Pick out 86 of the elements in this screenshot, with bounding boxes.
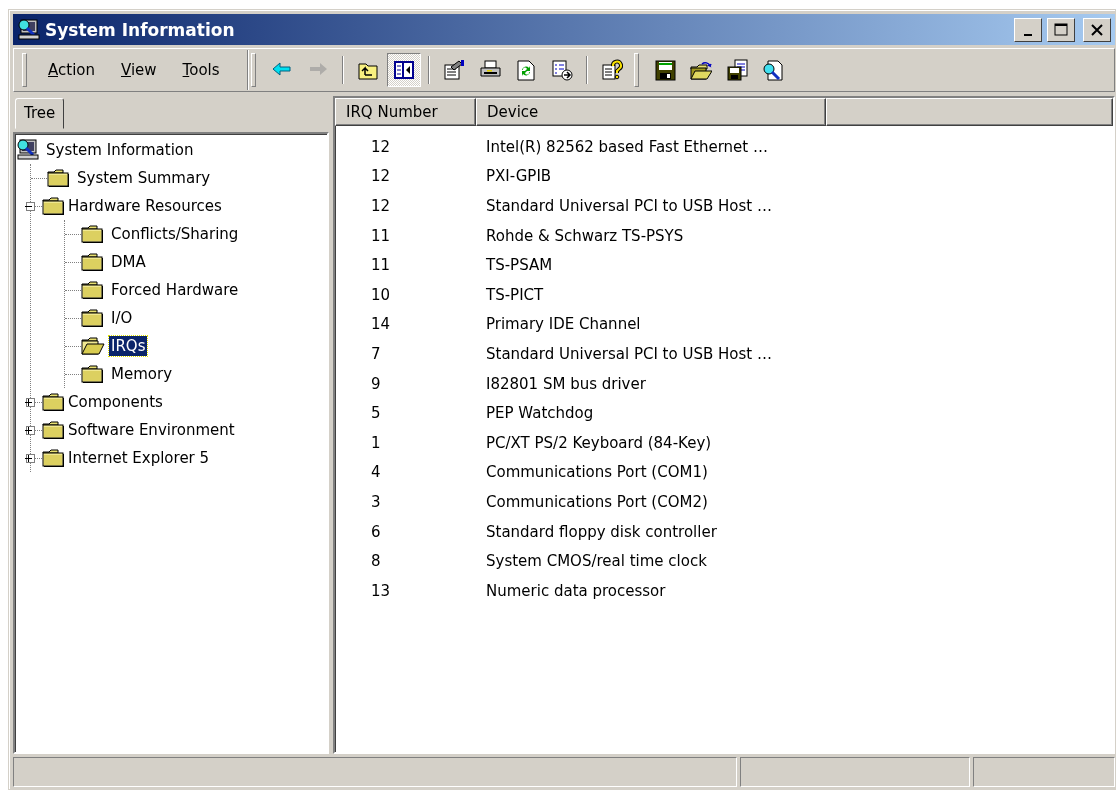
folder-icon bbox=[81, 251, 105, 273]
properties-icon bbox=[442, 59, 465, 81]
tree-item[interactable]: IRQs bbox=[109, 336, 148, 356]
table-cell-text: 1 bbox=[370, 433, 382, 452]
plus-icon bbox=[25, 426, 32, 434]
folder-icon bbox=[81, 279, 105, 301]
folder-icon bbox=[42, 447, 66, 469]
folder-icon bbox=[47, 167, 71, 189]
tree-item[interactable]: Components bbox=[66, 392, 165, 412]
table-cell-text: 5 bbox=[370, 404, 382, 423]
plus-icon bbox=[25, 454, 32, 462]
table-cell-text: TS-PSAM bbox=[485, 256, 553, 275]
tree-item[interactable]: Software Environment bbox=[66, 420, 237, 440]
tree-item[interactable]: DMA bbox=[109, 252, 148, 272]
toolbar-button[interactable] bbox=[386, 53, 421, 87]
list-export-icon bbox=[550, 59, 573, 81]
folder-icon bbox=[42, 391, 66, 413]
plus-icon bbox=[25, 398, 32, 406]
table-cell-text: Numeric data processor bbox=[485, 581, 666, 600]
table-cell-text: PEP Watchdog bbox=[485, 404, 594, 423]
magnifier-icon bbox=[761, 59, 784, 81]
tree-item[interactable]: System Information bbox=[44, 140, 196, 160]
table-cell-text: 4 bbox=[370, 463, 382, 482]
table-cell-text: Primary IDE Channel bbox=[485, 315, 641, 334]
collapse-toggle[interactable] bbox=[26, 201, 35, 211]
table-cell-text: 10 bbox=[370, 285, 392, 304]
disk-document-icon bbox=[725, 59, 748, 81]
table-cell-text: 14 bbox=[370, 315, 392, 334]
computer-icon bbox=[17, 17, 41, 42]
folder-icon bbox=[81, 363, 105, 385]
folder-icon bbox=[42, 419, 66, 441]
folder-icon bbox=[81, 223, 105, 245]
open-folder-icon bbox=[81, 335, 105, 357]
table-cell-text: System CMOS/real time clock bbox=[485, 552, 707, 571]
tree-item[interactable]: I/O bbox=[109, 308, 135, 328]
help-icon bbox=[600, 59, 623, 81]
maximize-icon bbox=[1054, 22, 1068, 37]
tab[interactable]: Tree bbox=[15, 98, 65, 129]
panes-icon bbox=[392, 59, 415, 81]
table-cell-text: Standard floppy disk controller bbox=[485, 522, 717, 541]
tree-item[interactable]: Conflicts/Sharing bbox=[109, 224, 241, 244]
table-cell-text: 11 bbox=[370, 226, 392, 245]
table-cell-text: Communications Port (COM2) bbox=[485, 492, 708, 511]
refresh-icon bbox=[514, 59, 537, 81]
expand-toggle[interactable] bbox=[26, 397, 35, 407]
tree-item[interactable]: Hardware Resources bbox=[66, 196, 224, 216]
table-cell-text: TS-PICT bbox=[485, 285, 544, 304]
tree-item[interactable]: Memory bbox=[109, 364, 174, 384]
table-cell-text: PXI-GPIB bbox=[485, 167, 552, 186]
table-cell-text: 6 bbox=[370, 522, 382, 541]
table-cell-text: Standard Universal PCI to USB Host … bbox=[485, 197, 772, 215]
menu-item[interactable]: Action bbox=[35, 57, 108, 83]
close-icon bbox=[1091, 23, 1103, 36]
tree-item[interactable]: System Summary bbox=[75, 168, 213, 188]
table-cell-text: Communications Port (COM1) bbox=[485, 463, 708, 482]
table-cell-text: Intel(R) 82562 based Fast Ethernet … bbox=[485, 137, 768, 156]
column-header[interactable]: Device bbox=[476, 98, 826, 126]
open-folder-icon bbox=[689, 59, 712, 81]
table-cell-text: 12 bbox=[370, 167, 392, 186]
computer-icon bbox=[16, 138, 40, 162]
table-cell-text: 8 bbox=[370, 552, 382, 571]
window-title: System Information bbox=[45, 19, 236, 40]
expand-toggle[interactable] bbox=[26, 425, 35, 435]
tree-item[interactable]: Forced Hardware bbox=[109, 280, 241, 300]
menu-item[interactable]: View bbox=[108, 57, 170, 83]
column-header[interactable]: IRQ Number bbox=[335, 98, 476, 126]
table-cell-text: PC/XT PS/2 Keyboard (84-Key) bbox=[485, 433, 712, 452]
folder-icon bbox=[81, 307, 105, 329]
tree-item[interactable]: Internet Explorer 5 bbox=[66, 448, 212, 468]
menu-item[interactable]: Tools bbox=[169, 57, 233, 83]
table-cell-text: 12 bbox=[370, 137, 392, 156]
minimize-button[interactable] bbox=[1014, 17, 1042, 42]
table-cell-text: I82801 SM bus driver bbox=[485, 374, 646, 393]
table-cell-text: 3 bbox=[370, 492, 382, 511]
close-button[interactable] bbox=[1083, 17, 1111, 42]
table-cell-text: 9 bbox=[370, 374, 382, 393]
minimize-icon bbox=[1024, 33, 1032, 36]
maximize-button[interactable] bbox=[1047, 17, 1075, 42]
table-cell-text: Standard Universal PCI to USB Host … bbox=[485, 344, 772, 363]
table-cell-text: Rohde & Schwarz TS-PSYS bbox=[485, 226, 684, 245]
expand-toggle[interactable] bbox=[26, 453, 35, 463]
table-cell-text: 12 bbox=[370, 197, 392, 215]
table-cell-text: 13 bbox=[370, 581, 392, 600]
table-cell-text: 7 bbox=[370, 344, 382, 363]
table-cell-text: 11 bbox=[370, 256, 392, 275]
folder-icon bbox=[42, 195, 66, 217]
